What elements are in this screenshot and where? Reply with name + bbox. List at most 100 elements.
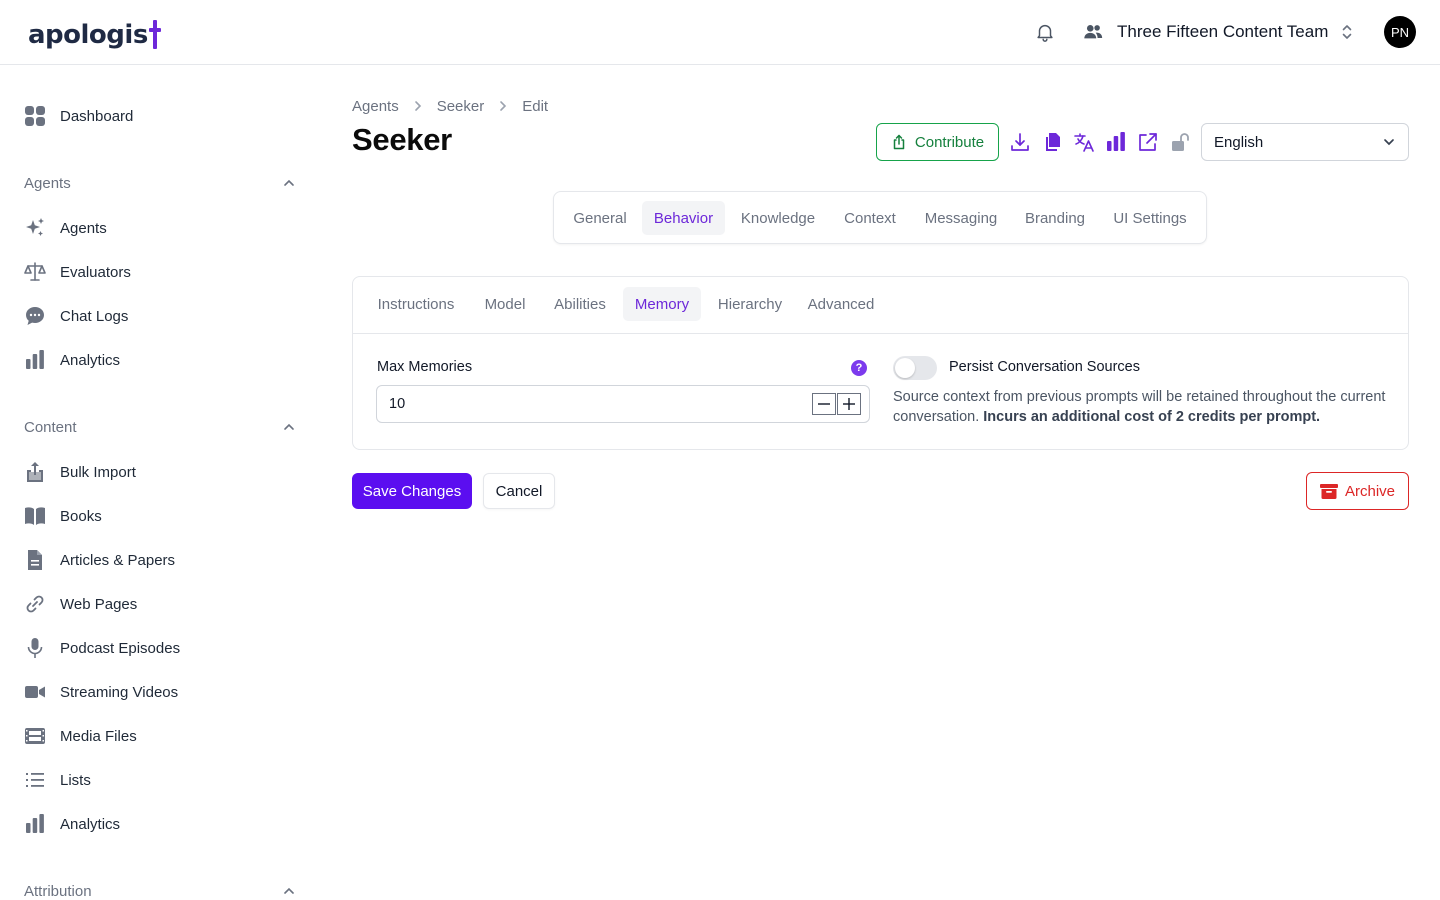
sidebar-item-label: Analytics bbox=[60, 815, 121, 833]
section-title: Content bbox=[24, 418, 77, 436]
breadcrumb-edit: Edit bbox=[522, 97, 549, 115]
chat-bubble-icon bbox=[24, 305, 46, 327]
sidebar: Dashboard Agents Agents Evaluators Chat … bbox=[0, 65, 320, 900]
sidebar-item-label: Lists bbox=[60, 771, 91, 789]
archive-box-icon bbox=[1319, 484, 1338, 499]
cancel-button[interactable]: Cancel bbox=[483, 473, 555, 509]
chevron-right-icon bbox=[414, 101, 421, 111]
tab-knowledge[interactable]: Knowledge bbox=[731, 201, 825, 235]
section-toggle-attribution[interactable]: Attribution bbox=[24, 879, 296, 900]
max-memories-value: 10 bbox=[389, 396, 406, 412]
settings-tabs: General Behavior Knowledge Context Messa… bbox=[553, 191, 1207, 244]
logo[interactable]: apologis bbox=[28, 14, 161, 50]
persist-desc-cost: Incurs an additional cost of 2 credits p… bbox=[983, 409, 1321, 425]
tab-behavior[interactable]: Behavior bbox=[642, 201, 725, 235]
sidebar-item-label: Analytics bbox=[60, 351, 121, 369]
page-title: Seeker bbox=[352, 122, 452, 157]
sidebar-item-label: Web Pages bbox=[60, 595, 138, 613]
sidebar-item-agents[interactable]: Agents bbox=[24, 213, 107, 243]
sidebar-item-evaluators[interactable]: Evaluators bbox=[24, 257, 131, 287]
archive-button[interactable]: Archive bbox=[1306, 472, 1409, 510]
tab-messaging[interactable]: Messaging bbox=[915, 201, 1007, 235]
sidebar-item-label: Bulk Import bbox=[60, 463, 136, 481]
link-icon bbox=[24, 593, 46, 615]
tab-general[interactable]: General bbox=[562, 201, 638, 235]
team-name: Three Fifteen Content Team bbox=[1117, 22, 1329, 41]
chevron-up-icon bbox=[284, 179, 294, 186]
persist-sources-label: Persist Conversation Sources bbox=[949, 359, 1140, 375]
upload-box-icon bbox=[24, 461, 46, 483]
tab-ui-settings[interactable]: UI Settings bbox=[1104, 201, 1196, 235]
sidebar-item-books[interactable]: Books bbox=[24, 501, 102, 531]
subtab-model[interactable]: Model bbox=[475, 287, 535, 321]
bar-chart-icon bbox=[24, 349, 46, 371]
minus-icon bbox=[818, 403, 830, 405]
chevron-up-icon bbox=[284, 423, 294, 430]
subtab-advanced[interactable]: Advanced bbox=[801, 287, 881, 321]
sidebar-item-label: Agents bbox=[60, 219, 107, 237]
chevron-up-down-icon bbox=[1343, 25, 1352, 39]
breadcrumb-agents[interactable]: Agents bbox=[352, 98, 399, 115]
chevron-up-icon bbox=[284, 887, 294, 894]
sidebar-item-bulk-import[interactable]: Bulk Import bbox=[24, 457, 136, 487]
top-header: apologis Three Fifteen Content Team PN bbox=[0, 0, 1440, 65]
subtab-hierarchy[interactable]: Hierarchy bbox=[709, 287, 791, 321]
sidebar-item-label: Articles & Papers bbox=[60, 551, 176, 569]
subtab-abilities[interactable]: Abilities bbox=[545, 287, 615, 321]
notifications-bell-icon[interactable] bbox=[1034, 21, 1056, 43]
unlock-icon[interactable] bbox=[1169, 131, 1191, 153]
persist-sources-toggle[interactable] bbox=[893, 356, 937, 380]
section-toggle-content[interactable]: Content bbox=[24, 415, 296, 439]
decrement-button[interactable] bbox=[812, 393, 836, 415]
external-link-icon[interactable] bbox=[1137, 131, 1159, 153]
sidebar-item-videos[interactable]: Streaming Videos bbox=[24, 677, 178, 707]
sidebar-item-chat-logs[interactable]: Chat Logs bbox=[24, 301, 128, 331]
sidebar-item-label: Evaluators bbox=[60, 263, 131, 281]
film-icon bbox=[24, 725, 46, 747]
sidebar-item-dashboard[interactable]: Dashboard bbox=[24, 101, 133, 131]
behavior-subtabs: Instructions Model Abilities Memory Hier… bbox=[353, 277, 1408, 334]
save-changes-button[interactable]: Save Changes bbox=[352, 473, 472, 509]
sidebar-item-lists[interactable]: Lists bbox=[24, 765, 91, 795]
subtab-instructions[interactable]: Instructions bbox=[367, 287, 465, 321]
sidebar-item-content-analytics[interactable]: Analytics bbox=[24, 809, 120, 839]
sidebar-item-agent-analytics[interactable]: Analytics bbox=[24, 345, 120, 375]
sidebar-item-media-files[interactable]: Media Files bbox=[24, 721, 137, 751]
document-icon bbox=[24, 549, 46, 571]
user-avatar[interactable]: PN bbox=[1384, 16, 1416, 48]
analytics-icon[interactable] bbox=[1105, 131, 1127, 153]
share-upload-icon bbox=[893, 134, 905, 150]
contribute-button[interactable]: Contribute bbox=[876, 123, 999, 161]
scale-icon bbox=[24, 261, 46, 283]
subtab-memory[interactable]: Memory bbox=[623, 287, 701, 321]
persist-sources-description: Source context from previous prompts wil… bbox=[893, 387, 1393, 427]
sidebar-item-web-pages[interactable]: Web Pages bbox=[24, 589, 137, 619]
list-icon bbox=[24, 769, 46, 791]
section-title: Agents bbox=[24, 174, 71, 192]
language-value: English bbox=[1214, 133, 1264, 151]
sidebar-item-articles[interactable]: Articles & Papers bbox=[24, 545, 175, 575]
tab-branding[interactable]: Branding bbox=[1016, 201, 1094, 235]
breadcrumb-seeker[interactable]: Seeker bbox=[437, 98, 485, 115]
tab-context[interactable]: Context bbox=[833, 201, 907, 235]
sidebar-item-label: Podcast Episodes bbox=[60, 639, 181, 657]
download-icon[interactable] bbox=[1009, 131, 1031, 153]
chevron-right-icon bbox=[500, 101, 507, 111]
plus-icon bbox=[843, 398, 855, 410]
sidebar-item-podcasts[interactable]: Podcast Episodes bbox=[24, 633, 180, 663]
sidebar-item-label: Chat Logs bbox=[60, 307, 129, 325]
section-title: Attribution bbox=[24, 882, 92, 900]
translate-icon[interactable] bbox=[1073, 131, 1095, 153]
dashboard-grid-icon bbox=[24, 105, 46, 127]
copy-icon[interactable] bbox=[1041, 131, 1063, 153]
sidebar-item-label: Books bbox=[60, 507, 102, 525]
sidebar-item-label: Streaming Videos bbox=[60, 683, 179, 701]
behavior-card: Instructions Model Abilities Memory Hier… bbox=[352, 276, 1409, 450]
team-switcher[interactable]: Three Fifteen Content Team bbox=[1082, 18, 1354, 46]
bar-chart-icon bbox=[24, 813, 46, 835]
section-toggle-agents[interactable]: Agents bbox=[24, 171, 296, 195]
increment-button[interactable] bbox=[837, 393, 861, 415]
help-question-icon[interactable]: ? bbox=[851, 360, 867, 376]
max-memories-input[interactable]: 10 bbox=[376, 385, 870, 423]
language-select[interactable]: English bbox=[1201, 123, 1409, 161]
